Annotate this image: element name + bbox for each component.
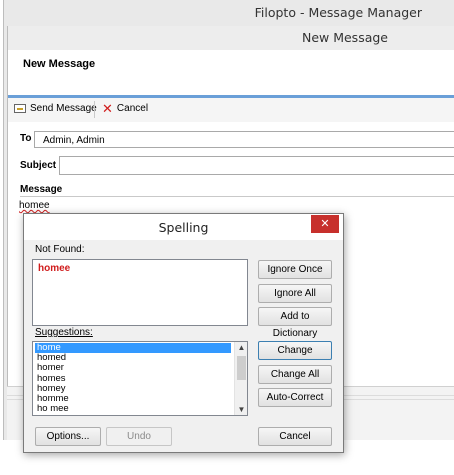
scroll-up-icon[interactable]: ▲ <box>235 343 247 352</box>
red-x-icon: ✕ <box>102 100 113 116</box>
close-icon: ✕ <box>320 217 330 230</box>
cancel-dialog-button[interactable]: Cancel <box>258 427 332 446</box>
not-found-label: Not Found: <box>35 244 85 255</box>
spelling-dialog-title: Spelling <box>158 220 209 235</box>
suggestions-scrollbar[interactable]: ▲ ▼ <box>234 342 247 415</box>
change-all-button[interactable]: Change All <box>258 365 332 384</box>
scroll-down-icon[interactable]: ▼ <box>235 405 247 414</box>
cancel-toolbar-button[interactable]: ✕ Cancel <box>102 100 149 116</box>
suggestion-item[interactable]: homed <box>35 353 231 363</box>
toolbar: Send Message ✕ Cancel <box>8 98 454 122</box>
undo-button[interactable]: Undo <box>106 427 172 446</box>
options-button[interactable]: Options... <box>35 427 101 446</box>
ignore-once-button[interactable]: Ignore Once <box>258 260 332 279</box>
suggestions-label: Suggestions: <box>35 327 93 338</box>
add-to-dictionary-button[interactable]: Add to Dictionary <box>258 307 332 339</box>
to-label: To <box>20 133 32 144</box>
not-found-word: homee <box>38 263 71 274</box>
auto-correct-button[interactable]: Auto-Correct <box>258 388 332 407</box>
subject-label: Subject <box>20 160 57 171</box>
spelling-dialog: Spelling ✕ Not Found: homee Ignore Once … <box>23 213 344 453</box>
spelling-dialog-titlebar: Spelling ✕ <box>24 214 343 240</box>
message-body[interactable]: homee <box>19 200 50 211</box>
to-field[interactable]: Admin, Admin <box>34 131 454 148</box>
misspelled-word: homee <box>19 200 50 211</box>
new-message-titlebar: New Message <box>8 26 454 50</box>
toolbar-separator <box>94 101 95 118</box>
new-message-window-title: New Message <box>301 30 388 45</box>
close-button[interactable]: ✕ <box>311 215 339 233</box>
page-title: New Message <box>23 58 96 70</box>
message-label: Message <box>20 184 63 195</box>
send-message-label: Send Message <box>30 103 97 114</box>
scroll-thumb[interactable] <box>237 356 246 380</box>
suggestion-item[interactable]: homer <box>35 363 231 373</box>
ignore-all-button[interactable]: Ignore All <box>258 284 332 303</box>
suggestion-item[interactable]: ho mee <box>35 404 231 414</box>
outer-window-titlebar: Filopto - Message Manager <box>4 0 454 26</box>
outer-window-title: Filopto - Message Manager <box>254 5 422 20</box>
send-message-button[interactable]: Send Message <box>14 103 97 114</box>
suggestions-list[interactable]: home homed homer homes homey homme ho mee ▲ ▼ <box>32 341 248 416</box>
cancel-toolbar-label: Cancel <box>116 103 149 114</box>
not-found-box[interactable]: homee <box>32 259 248 326</box>
message-divider <box>20 196 454 197</box>
envelope-icon <box>14 104 26 113</box>
change-button[interactable]: Change <box>258 341 332 360</box>
subject-field[interactable] <box>59 156 454 175</box>
